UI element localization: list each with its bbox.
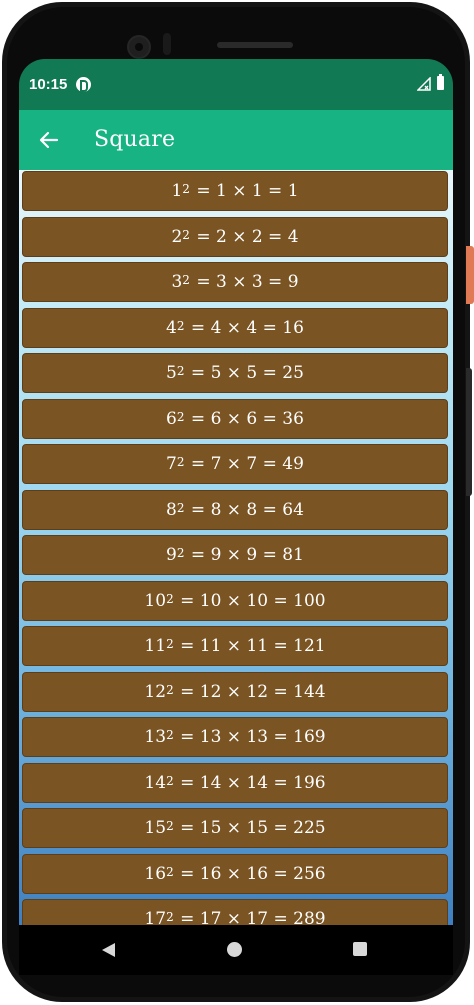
square-base: 6 (166, 408, 177, 429)
square-base: 2 (171, 226, 183, 247)
square-exponent: 2 (176, 364, 185, 378)
square-base: 15 (144, 818, 167, 838)
volume-button[interactable] (466, 368, 472, 496)
square-expression: = 10 × 10 = 100 (174, 590, 326, 611)
square-exponent: 2 (176, 455, 185, 469)
square-exponent: 2 (166, 682, 174, 697)
square-expression: = 11 × 11 = 121 (174, 636, 326, 656)
app-notification-icon (76, 77, 91, 92)
list-item[interactable]: 42 = 4 × 4 = 16 (22, 307, 448, 348)
list-item[interactable]: 10 2 = 10 × 10 = 100 (22, 580, 448, 621)
power-button[interactable] (466, 246, 474, 304)
square-expression: = 17 × 17 = 289 (174, 909, 326, 925)
square-exponent: 2 (166, 591, 174, 606)
list-item[interactable]: 62 = 6 × 6 = 36 (22, 398, 448, 439)
square-exponent: 2 (182, 273, 190, 287)
status-bar: 10:15 (19, 59, 453, 110)
square-base: 17 (144, 909, 167, 925)
triangle-back-icon[interactable] (101, 942, 116, 958)
square-base: 10 (144, 590, 167, 611)
circle-home-icon[interactable] (227, 942, 242, 957)
list-item[interactable]: 82 = 8 × 8 = 64 (22, 489, 448, 530)
square-base: 14 (144, 772, 167, 793)
square-exponent: 2 (176, 409, 185, 424)
square-exponent: 2 (182, 182, 190, 196)
list-item[interactable]: 17 2 = 17 × 17 = 289 (22, 899, 448, 925)
list-item[interactable]: 12 = 1 × 1 = 1 (22, 171, 448, 211)
square-expression: = 6 × 6 = 36 (185, 408, 304, 429)
square-expression: = 5 × 5 = 25 (185, 363, 304, 383)
square-exponent: 2 (166, 910, 174, 924)
signal-icon (417, 77, 431, 91)
square-base: 9 (166, 545, 177, 565)
square-base: 7 (166, 454, 177, 474)
status-time: 10:15 (29, 76, 68, 93)
square-expression: = 9 × 9 = 81 (185, 545, 304, 565)
square-base: 5 (166, 363, 177, 383)
proximity-sensor (163, 33, 171, 55)
screen: 10:15 Square 12 = 1 × 1 = 122 = 2 × 2 = … (19, 59, 453, 925)
square-exponent: 2 (166, 728, 174, 742)
app-bar: Square (19, 110, 453, 170)
square-exponent: 2 (166, 819, 174, 833)
square-expression: = 15 × 15 = 225 (174, 818, 326, 838)
list-item[interactable]: 92 = 9 × 9 = 81 (22, 535, 448, 575)
square-exponent: 2 (176, 546, 185, 560)
page-title: Square (94, 127, 176, 152)
earpiece-speaker (217, 42, 293, 48)
square-base: 8 (166, 499, 177, 520)
square-exponent: 2 (176, 500, 185, 515)
list-item[interactable]: 13 2 = 13 × 13 = 169 (22, 717, 448, 757)
square-expression: = 16 × 16 = 256 (174, 863, 326, 884)
square-exponent: 2 (182, 227, 190, 242)
square-base: 3 (171, 272, 183, 292)
square-expression: = 13 × 13 = 169 (174, 727, 326, 747)
list-item[interactable]: 32 = 3 × 3 = 9 (22, 262, 448, 302)
arrow-left-icon (39, 131, 59, 149)
back-button[interactable] (33, 124, 65, 156)
square-base: 4 (166, 317, 177, 338)
square-expression: = 12 × 12 = 144 (174, 681, 326, 702)
list-item[interactable]: 15 2 = 15 × 15 = 225 (22, 808, 448, 848)
list-item[interactable]: 22 = 2 × 2 = 4 (22, 216, 448, 257)
square-base: 11 (144, 636, 167, 656)
square-list[interactable]: 12 = 1 × 1 = 122 = 2 × 2 = 432 = 3 × 3 =… (19, 170, 453, 925)
square-expression: = 8 × 8 = 64 (185, 499, 304, 520)
square-base: 13 (144, 727, 167, 747)
square-base: 1 (171, 181, 183, 201)
list-item[interactable]: 16 2 = 16 × 16 = 256 (22, 853, 448, 894)
square-base: 12 (144, 681, 167, 702)
square-base: 16 (144, 863, 167, 884)
square-recents-icon[interactable] (353, 942, 367, 956)
square-exponent: 2 (166, 637, 174, 651)
battery-icon (437, 74, 444, 90)
square-expression: = 2 × 2 = 4 (190, 226, 299, 247)
list-item[interactable]: 11 2 = 11 × 11 = 121 (22, 626, 448, 666)
square-expression: = 14 × 14 = 196 (174, 772, 326, 793)
list-item[interactable]: 12 2 = 12 × 12 = 144 (22, 671, 448, 712)
navigation-bar (19, 925, 453, 975)
square-expression: = 3 × 3 = 9 (190, 272, 299, 292)
square-exponent: 2 (166, 864, 174, 879)
front-camera (127, 35, 151, 59)
list-item[interactable]: 14 2 = 14 × 14 = 196 (22, 762, 448, 803)
list-item[interactable]: 52 = 5 × 5 = 25 (22, 353, 448, 393)
list-item[interactable]: 72 = 7 × 7 = 49 (22, 444, 448, 484)
square-exponent: 2 (166, 773, 174, 788)
square-expression: = 1 × 1 = 1 (190, 181, 299, 201)
square-expression: = 4 × 4 = 16 (185, 317, 304, 338)
square-expression: = 7 × 7 = 49 (185, 454, 304, 474)
square-exponent: 2 (176, 318, 185, 333)
